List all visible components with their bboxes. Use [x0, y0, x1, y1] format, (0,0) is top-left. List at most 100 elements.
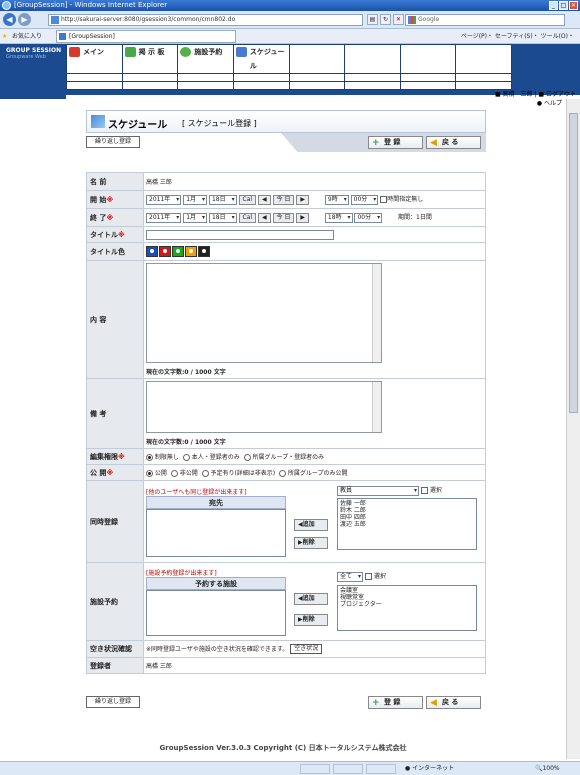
start-year-select[interactable]: 2011年: [146, 194, 182, 205]
url-input[interactable]: http://sakurai-server:8080/gsession3/com…: [48, 14, 363, 26]
start-month-select[interactable]: 1月: [183, 194, 208, 205]
duration-text: 期間：1日間: [398, 214, 432, 222]
end-datetime: 2011年 1月 18日 Cal ◀ 今 日 ▶ 18時 00分 期間：1日間: [143, 208, 486, 227]
maximize-button[interactable]: □: [559, 1, 568, 10]
page-scrollbar[interactable]: [566, 99, 580, 759]
back-button[interactable]: ◀ 戻 る: [426, 136, 481, 149]
back-nav-icon[interactable]: ◀: [3, 13, 16, 26]
share-select-all-checkbox[interactable]: [420, 487, 428, 494]
end-next-button[interactable]: ▶: [296, 212, 309, 223]
color-black-radio[interactable]: [198, 246, 210, 257]
end-month-select[interactable]: 1月: [183, 212, 208, 223]
register-button[interactable]: + 登 録: [368, 136, 423, 149]
facility-target-list[interactable]: [146, 589, 286, 636]
share-group-select[interactable]: 教員: [337, 485, 419, 496]
end-hour-select[interactable]: 18時: [324, 212, 353, 223]
tab-icon: [59, 33, 66, 40]
end-minute-select[interactable]: 00分: [354, 212, 383, 223]
user-list-item[interactable]: 佐藤 一郎: [340, 500, 474, 507]
public-label: 公 開: [90, 468, 107, 477]
facility-list-item[interactable]: 会議室: [340, 587, 474, 594]
title-color-label: タイトル色: [86, 242, 144, 261]
start-day-select[interactable]: 18日: [208, 194, 237, 205]
forward-nav-icon[interactable]: ▶: [18, 13, 31, 26]
start-today-button[interactable]: 今 日: [272, 194, 295, 205]
title-color-picker: [143, 242, 486, 261]
reserve-icon: [180, 47, 192, 57]
content-scrollbar[interactable]: [372, 264, 381, 362]
plus-icon: +: [372, 138, 380, 148]
title-input[interactable]: [146, 229, 334, 240]
content-textarea[interactable]: [146, 263, 382, 363]
plus-icon: +: [372, 698, 380, 708]
share-add-button[interactable]: ◀追加: [294, 519, 328, 531]
browser-tab[interactable]: [GroupSession]: [56, 30, 236, 43]
busy-radio[interactable]: [201, 470, 209, 477]
share-target-list[interactable]: [146, 508, 286, 557]
favorites-button[interactable]: お気に入り: [2, 31, 42, 42]
facility-delete-button[interactable]: ▶削除: [294, 614, 328, 626]
register-button-bottom[interactable]: + 登 録: [368, 696, 423, 709]
edit-self-radio[interactable]: [182, 454, 190, 461]
start-next-button[interactable]: ▶: [296, 194, 309, 205]
color-red-radio[interactable]: [159, 246, 171, 257]
start-hour-select[interactable]: 9時: [324, 194, 349, 205]
repeat-register-button-bottom[interactable]: 繰り返し登録: [86, 696, 140, 708]
facility-add-button[interactable]: ◀追加: [294, 593, 328, 605]
menu-item-main[interactable]: メイン: [67, 45, 122, 73]
refresh-icon[interactable]: ↻: [380, 14, 391, 25]
color-orange-radio[interactable]: [185, 246, 197, 257]
menu-item-schedule[interactable]: スケジュール: [233, 45, 289, 73]
memo-textarea[interactable]: [146, 381, 382, 433]
start-prev-button[interactable]: ◀: [257, 194, 271, 205]
group-public-radio[interactable]: [278, 470, 286, 477]
availability-label: 空き状況確認: [86, 640, 144, 658]
user-list-item[interactable]: 渡辺 五郎: [340, 521, 474, 528]
stop-icon[interactable]: ✕: [393, 14, 404, 25]
end-today-button[interactable]: 今 日: [272, 212, 295, 223]
search-input[interactable]: Google: [405, 14, 565, 26]
minimize-button[interactable]: _: [549, 1, 558, 10]
zoom-level[interactable]: 🔍100%: [535, 762, 560, 775]
facility-group-select[interactable]: 全て: [337, 571, 364, 582]
facility-label: 施設予約: [86, 562, 144, 641]
user-list-item[interactable]: 鈴木 二郎: [340, 507, 474, 514]
color-green-radio[interactable]: [172, 246, 184, 257]
back-button-bottom[interactable]: ◀ 戻 る: [426, 696, 481, 709]
toolbar-menus[interactable]: ページ(P)・ セーフティ(S)・ ツール(O)・: [461, 31, 574, 42]
facility-list[interactable]: 会議室 視聴覚室 プロジェクター: [337, 585, 477, 631]
main-icon: [69, 47, 80, 57]
menu-item-bbs[interactable]: 掲 示 板: [122, 45, 178, 73]
memo-label: 備 考: [86, 378, 144, 449]
share-user-list[interactable]: 佐藤 一郎 鈴木 二郎 田中 四郎 渡辺 五郎: [337, 498, 477, 550]
name-label: 名 前: [86, 172, 144, 191]
repeat-register-button[interactable]: 繰り返し登録: [86, 136, 140, 148]
user-list-item[interactable]: 田中 四郎: [340, 514, 474, 521]
facility-list-item[interactable]: 視聴覚室: [340, 594, 474, 601]
logout-link[interactable]: ログアウト: [546, 91, 576, 98]
start-calendar-button[interactable]: Cal: [238, 194, 257, 205]
scrollbar-thumb[interactable]: [569, 113, 578, 413]
menu-item-reserve[interactable]: 施設予約: [178, 45, 233, 73]
close-button[interactable]: ✕: [569, 1, 578, 10]
color-blue-radio[interactable]: [146, 246, 158, 257]
help-link[interactable]: ● ヘルプ: [537, 98, 562, 107]
start-minute-select[interactable]: 00分: [350, 194, 379, 205]
no-time-label: 時間指定無し: [387, 196, 424, 204]
end-day-select[interactable]: 18日: [208, 212, 237, 223]
arrow-left-icon: ◀: [430, 138, 437, 148]
edit-group-radio[interactable]: [243, 454, 251, 461]
availability-button[interactable]: 空き状況: [290, 644, 323, 655]
facility-select-all-checkbox[interactable]: [364, 573, 372, 580]
private-radio[interactable]: [170, 470, 178, 477]
end-prev-button[interactable]: ◀: [257, 212, 271, 223]
end-calendar-button[interactable]: Cal: [238, 212, 257, 223]
memo-scrollbar[interactable]: [372, 382, 381, 432]
share-delete-button[interactable]: ▶削除: [294, 537, 328, 549]
schedule-form: 名 前高橋 三郎 開 始※ 2011年 1月 18日 Cal ◀ 今 日 ▶ 9…: [86, 172, 486, 674]
edit-unrestricted-radio[interactable]: [146, 454, 153, 461]
facility-list-item[interactable]: プロジェクター: [340, 601, 474, 608]
end-year-select[interactable]: 2011年: [146, 212, 182, 223]
public-radio[interactable]: [146, 470, 153, 477]
compat-icon[interactable]: ▤: [367, 14, 378, 25]
